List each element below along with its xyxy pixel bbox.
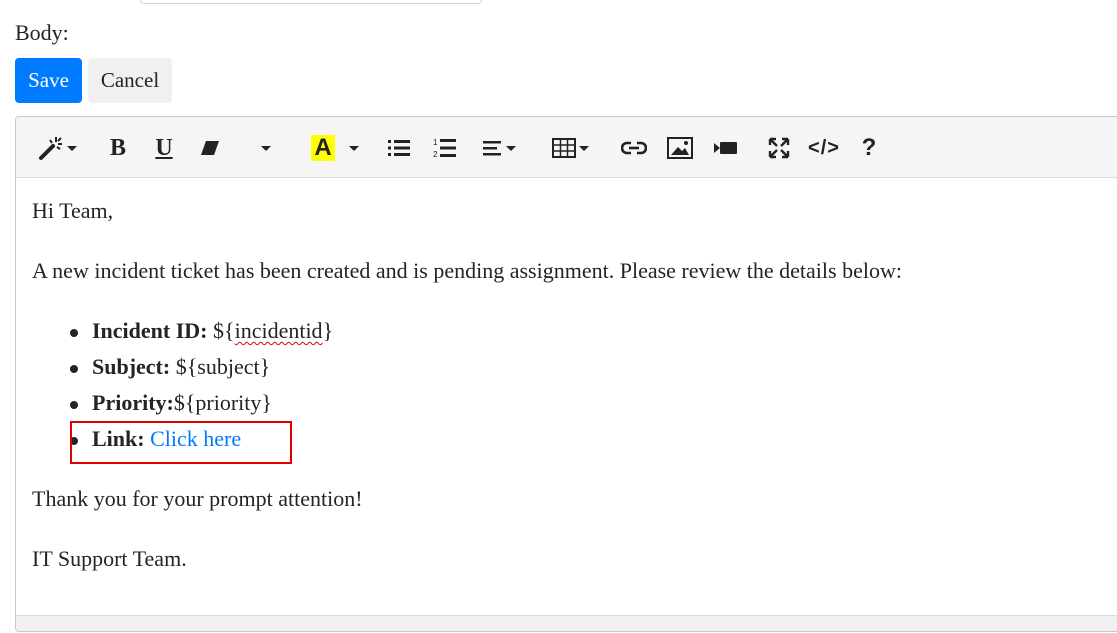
insert-picture-button[interactable] — [666, 131, 694, 165]
list-item-label: Incident ID: — [92, 318, 208, 343]
list-item: Incident ID: ${incidentid} — [32, 318, 333, 354]
editor-resize-bar[interactable] — [16, 615, 1117, 631]
intro-text: A new incident ticket has been created a… — [32, 258, 902, 283]
list-item-label: Priority: — [92, 390, 174, 415]
signature-text: IT Support Team. — [32, 546, 187, 571]
save-button[interactable]: Save — [15, 58, 82, 103]
misspelled-word: incidentid — [234, 318, 323, 343]
list-item: Subject: ${subject} — [32, 354, 333, 390]
rich-text-editor: B U A 1 2 </> ? Hi Team, A new incident … — [15, 116, 1117, 632]
highlight-box — [70, 421, 292, 464]
chevron-down-icon — [348, 145, 359, 151]
list-item-value: ${subject} — [170, 354, 271, 379]
unordered-list-button[interactable] — [386, 131, 412, 165]
chevron-down-icon — [578, 145, 589, 151]
editor-content[interactable]: Hi Team, A new incident ticket has been … — [32, 178, 1117, 615]
list-item-label: Subject: — [92, 354, 171, 379]
insert-link-button[interactable] — [620, 131, 648, 165]
align-left-icon — [482, 141, 501, 156]
body-label: Body: — [15, 20, 69, 45]
underline-button[interactable]: U — [152, 131, 176, 165]
picture-icon — [667, 137, 693, 159]
clear-format-button[interactable] — [198, 131, 222, 165]
link-icon — [621, 141, 647, 155]
fullscreen-button[interactable] — [766, 131, 792, 165]
paragraph-align-dropdown-button[interactable] — [478, 131, 520, 165]
video-icon — [714, 142, 737, 154]
numbered-list-icon: 1 2 — [433, 138, 456, 159]
svg-text:2: 2 — [433, 150, 438, 159]
svg-text:1: 1 — [433, 138, 438, 147]
bullet-list-icon — [388, 140, 410, 156]
list-item-value: ${priority} — [173, 390, 272, 415]
font-color-button[interactable]: A — [304, 131, 366, 165]
code-view-button[interactable]: </> — [806, 131, 842, 165]
help-button[interactable]: ? — [858, 131, 880, 165]
font-color-icon: A — [311, 135, 335, 161]
eraser-icon — [201, 141, 219, 155]
table-dropdown-button[interactable] — [548, 131, 592, 165]
list-item-value-end: } — [322, 318, 334, 343]
thanks-text: Thank you for your prompt attention! — [32, 486, 363, 511]
chevron-down-icon — [66, 145, 77, 151]
cancel-button[interactable]: Cancel — [88, 58, 172, 103]
font-size-dropdown-button[interactable] — [256, 131, 276, 165]
fullscreen-icon — [768, 137, 790, 159]
chevron-down-icon — [261, 145, 271, 151]
insert-video-button[interactable] — [712, 131, 740, 165]
list-item-value: ${ — [207, 318, 235, 343]
ordered-list-button[interactable]: 1 2 — [432, 131, 458, 165]
bold-button[interactable]: B — [106, 131, 130, 165]
chevron-down-icon — [505, 145, 516, 151]
editor-toolbar: B U A 1 2 </> ? — [16, 117, 1117, 178]
greeting-text: Hi Team, — [32, 198, 114, 223]
table-icon — [551, 138, 576, 158]
magic-wand-icon — [38, 137, 62, 160]
previous-field-input[interactable] — [140, 0, 482, 4]
style-dropdown-button[interactable] — [34, 131, 80, 165]
